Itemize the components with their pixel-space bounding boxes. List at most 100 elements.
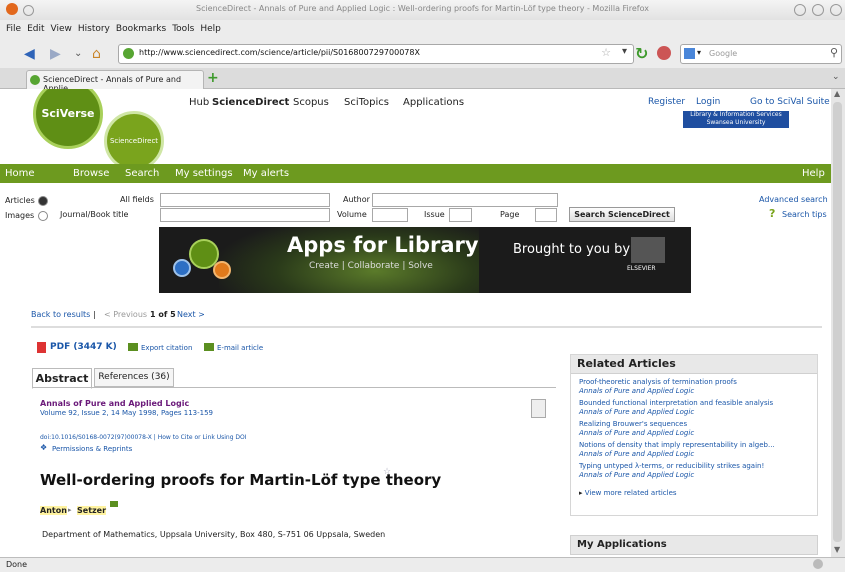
close-icon[interactable]: [830, 4, 842, 16]
related-item[interactable]: Bounded functional interpretation and fe…: [571, 399, 817, 417]
permissions-link[interactable]: Permissions & Reprints: [52, 445, 132, 453]
nav-browse[interactable]: Browse: [73, 168, 109, 179]
elsevier-tree-icon: [631, 237, 665, 263]
register-link[interactable]: Register: [648, 97, 685, 107]
doi-link[interactable]: doi:10.1016/S0168-0072(97)00078-X | How …: [40, 434, 247, 441]
related-item[interactable]: Proof-theoretic analysis of termination …: [571, 378, 817, 396]
nav-scopus[interactable]: Scopus: [293, 97, 329, 108]
all-fields-input[interactable]: [160, 193, 330, 207]
images-radio[interactable]: [38, 211, 48, 221]
author-email-icon[interactable]: [110, 501, 118, 507]
tab-references[interactable]: References (36): [94, 368, 174, 387]
window-title: ScienceDirect - Annals of Pure and Appli…: [195, 4, 649, 13]
nav-home[interactable]: Home: [5, 168, 35, 179]
reload-icon[interactable]: ↻: [635, 44, 648, 63]
author-last-name[interactable]: Setzer: [77, 506, 107, 515]
search-placeholder: Google: [709, 49, 738, 58]
volume-input[interactable]: [372, 208, 408, 222]
journal-title-input[interactable]: [160, 208, 330, 222]
related-item[interactable]: Notions of density that imply representa…: [571, 441, 817, 459]
menu-view[interactable]: View: [51, 24, 72, 34]
scrollbar-thumb[interactable]: [833, 102, 842, 542]
nav-search[interactable]: Search: [125, 168, 159, 179]
help-link[interactable]: Help: [802, 168, 825, 179]
email-article-link[interactable]: E-mail article: [217, 344, 263, 352]
tab-abstract[interactable]: Abstract: [32, 368, 92, 389]
tab-list-icon[interactable]: ⌄: [832, 72, 840, 82]
back-icon[interactable]: ◀: [24, 46, 35, 62]
browser-tab[interactable]: ScienceDirect - Annals of Pure and Appli…: [26, 70, 204, 93]
related-item-title[interactable]: Bounded functional interpretation and fe…: [579, 399, 773, 407]
all-fields-label: All fields: [120, 195, 154, 204]
articles-radio[interactable]: [38, 196, 48, 206]
library-badge[interactable]: Library & Information Services Swansea U…: [683, 111, 789, 128]
pdf-link[interactable]: PDF (3447 K): [50, 342, 117, 352]
menu-history[interactable]: History: [78, 24, 110, 34]
related-articles-header: Related Articles: [571, 355, 817, 374]
menu-edit[interactable]: Edit: [27, 24, 44, 34]
related-item[interactable]: Realizing Brouwer's sequences Annals of P…: [571, 420, 817, 438]
results-divider: [31, 326, 822, 328]
url-bar[interactable]: http://www.sciencedirect.com/science/art…: [118, 44, 634, 64]
scival-link[interactable]: Go to SciVal Suite: [750, 97, 830, 107]
search-sciencedirect-button[interactable]: Search ScienceDirect: [569, 207, 675, 222]
advanced-search-link[interactable]: Advanced search: [759, 195, 828, 204]
search-engine-dropdown-icon[interactable]: ▾: [697, 48, 701, 57]
bookmark-star-icon[interactable]: ☆: [601, 46, 611, 59]
related-item[interactable]: Typing untyped λ-terms, or reducibility …: [571, 462, 817, 480]
forward-icon[interactable]: ▶: [50, 46, 61, 62]
nav-scitopics[interactable]: SciTopics: [344, 97, 389, 108]
search-icon[interactable]: ⚲: [830, 46, 838, 59]
page-input[interactable]: [535, 208, 557, 222]
author-first-name[interactable]: Anton: [40, 506, 67, 515]
menu-bookmarks[interactable]: Bookmarks: [116, 24, 166, 34]
site-identity-icon[interactable]: [123, 48, 134, 59]
apps-for-library-banner[interactable]: Apps for Library Create | Collaborate | …: [159, 227, 691, 293]
view-more-related-link[interactable]: ▸ View more related articles: [571, 489, 817, 498]
related-item-title[interactable]: Typing untyped λ-terms, or reducibility …: [579, 462, 764, 470]
my-applications-header[interactable]: My Applications: [570, 535, 818, 555]
menu-tools[interactable]: Tools: [172, 24, 194, 34]
previous-link[interactable]: < Previous: [104, 310, 147, 319]
menu-help[interactable]: Help: [200, 24, 221, 34]
back-to-results-link[interactable]: Back to results: [31, 310, 90, 319]
search-box[interactable]: ▾ Google ⚲: [680, 44, 842, 64]
nav-hub[interactable]: Hub: [189, 97, 209, 108]
related-item-title[interactable]: Notions of density that imply representa…: [579, 441, 775, 449]
next-link[interactable]: Next >: [177, 310, 205, 319]
nav-my-alerts[interactable]: My alerts: [243, 168, 289, 179]
login-link[interactable]: Login: [696, 97, 720, 107]
minimize-icon[interactable]: [794, 4, 806, 16]
search-tips-link[interactable]: Search tips: [782, 210, 827, 219]
related-item-title[interactable]: Realizing Brouwer's sequences: [579, 420, 687, 428]
banner-blue-circle: [173, 259, 191, 277]
scroll-down-icon[interactable]: ▼: [834, 545, 840, 554]
scroll-up-icon[interactable]: ▲: [834, 89, 840, 98]
journal-link[interactable]: Annals of Pure and Applied Logic: [40, 399, 189, 408]
sciverse-logo[interactable]: SciVerse: [33, 89, 103, 149]
addon-icon[interactable]: [813, 559, 823, 569]
export-citation-link[interactable]: Export citation: [141, 344, 192, 352]
journal-cover-icon[interactable]: [531, 399, 546, 418]
search-engine-icon[interactable]: [684, 48, 695, 59]
history-dropdown-icon[interactable]: ⌄: [74, 48, 82, 59]
related-articles-panel: Related Articles Proof-theoretic analysi…: [570, 354, 818, 516]
favorite-star-icon[interactable]: ☆: [383, 467, 391, 477]
new-tab-icon[interactable]: +: [207, 70, 219, 86]
sciencedirect-logo[interactable]: ScienceDirect: [104, 111, 164, 171]
stop-icon[interactable]: [657, 46, 671, 60]
home-icon[interactable]: ⌂: [92, 46, 101, 62]
issue-input[interactable]: [449, 208, 472, 222]
nav-applications[interactable]: Applications: [403, 97, 464, 108]
author-input[interactable]: [372, 193, 558, 207]
maximize-icon[interactable]: [812, 4, 824, 16]
permissions-icon: ❖: [40, 443, 48, 452]
nav-sciencedirect[interactable]: ScienceDirect: [212, 97, 289, 108]
menu-file[interactable]: File: [6, 24, 21, 34]
related-item-title[interactable]: Proof-theoretic analysis of termination …: [579, 378, 737, 386]
main-navigation: Home Browse Search My settings My alerts…: [0, 164, 831, 183]
articles-label: Articles: [5, 196, 35, 205]
url-dropdown-icon[interactable]: ▾: [622, 46, 627, 57]
nav-my-settings[interactable]: My settings: [175, 168, 233, 179]
page-label: Page: [500, 210, 520, 219]
